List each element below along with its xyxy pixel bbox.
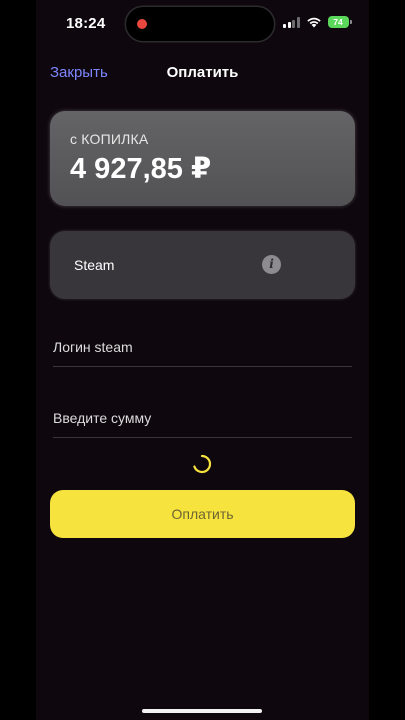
battery-icon: 74 xyxy=(327,16,352,28)
balance-source-label: с КОПИЛКА xyxy=(70,131,149,147)
phone-screen: 18:24 74 Закрыть Оплатить с КОПИЛКА 4 92… xyxy=(0,0,405,720)
recording-indicator-icon xyxy=(137,19,147,29)
loading-spinner-icon xyxy=(193,454,212,474)
battery-level: 74 xyxy=(333,17,343,27)
page-title: Оплатить xyxy=(166,64,239,81)
login-input[interactable] xyxy=(53,332,352,362)
login-field-container xyxy=(53,332,352,367)
sum-field-container xyxy=(53,403,352,438)
balance-amount: 4 927,85 ₽ xyxy=(70,153,212,185)
amount-input[interactable] xyxy=(53,403,352,433)
wifi-icon xyxy=(306,17,321,28)
service-card[interactable]: Steam i xyxy=(50,231,355,299)
cellular-signal-icon xyxy=(283,16,300,28)
status-time: 18:24 xyxy=(66,15,106,32)
pay-button[interactable]: Оплатить xyxy=(50,490,355,538)
status-icons: 74 xyxy=(283,16,352,28)
service-name: Steam xyxy=(74,257,115,273)
home-indicator[interactable] xyxy=(142,709,262,713)
info-icon[interactable]: i xyxy=(262,255,281,274)
balance-card[interactable]: с КОПИЛКА 4 927,85 ₽ xyxy=(50,111,355,206)
dynamic-island xyxy=(126,7,274,41)
